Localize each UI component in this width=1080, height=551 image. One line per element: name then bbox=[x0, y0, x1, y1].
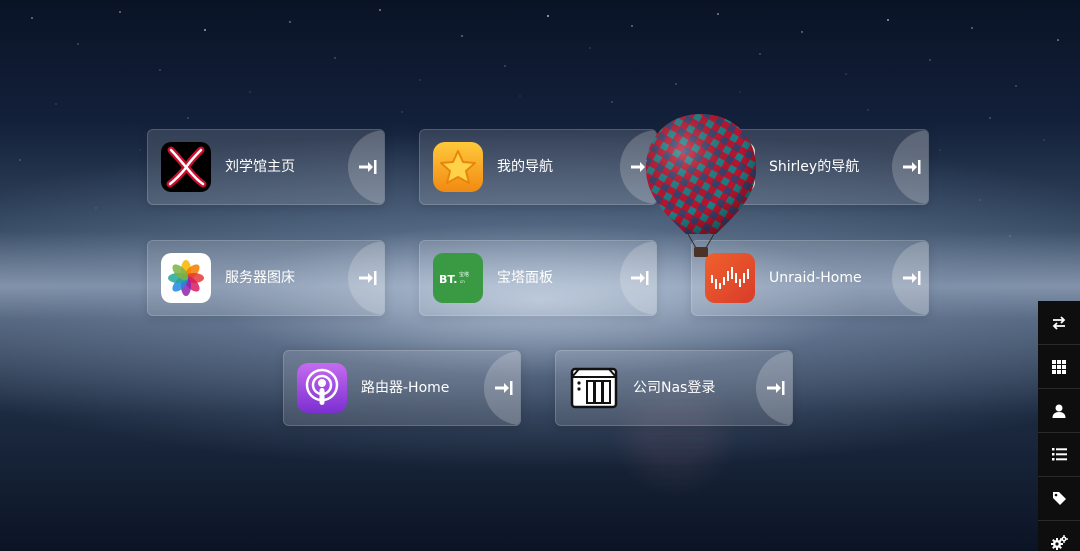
dashboard-background: 刘学馆主页 我的导航 Shirley的导航 服务器图床 BT. 宝塔 cn 宝塔… bbox=[0, 0, 1080, 551]
open-link-button[interactable] bbox=[484, 351, 520, 425]
bookmark-card-my-nav[interactable]: 我的导航 bbox=[419, 129, 657, 205]
bt-panel-icon: BT. 宝塔 cn bbox=[433, 253, 483, 303]
bookmark-card-liu-home[interactable]: 刘学馆主页 bbox=[147, 129, 385, 205]
star-icon bbox=[433, 142, 483, 192]
bookmark-label: 刘学馆主页 bbox=[225, 159, 295, 175]
bt-logo-subtext2: cn bbox=[460, 279, 465, 284]
apps-grid-button[interactable] bbox=[1038, 345, 1080, 389]
tags-button[interactable] bbox=[1038, 477, 1080, 521]
tag-icon bbox=[1052, 492, 1066, 505]
bt-logo-subtext: 宝塔 bbox=[459, 271, 469, 278]
bookmark-card-bt-panel[interactable]: BT. 宝塔 cn 宝塔面板 bbox=[419, 240, 657, 316]
settings-gears-icon bbox=[1050, 535, 1068, 550]
bookmark-card-company-nas[interactable]: 公司Nas登录 bbox=[555, 350, 793, 426]
x-logo-icon bbox=[161, 142, 211, 192]
user-button[interactable] bbox=[1038, 389, 1080, 433]
bookmark-label: Unraid-Home bbox=[769, 270, 862, 286]
bookmark-label: 我的导航 bbox=[497, 159, 553, 175]
open-link-button[interactable] bbox=[892, 241, 928, 315]
bookmark-label: 公司Nas登录 bbox=[633, 380, 716, 396]
settings-button[interactable] bbox=[1038, 521, 1080, 551]
open-link-button[interactable] bbox=[892, 130, 928, 204]
hot-air-balloon-image bbox=[645, 114, 757, 257]
sign-in-arrow-icon bbox=[359, 271, 377, 285]
switch-view-button[interactable] bbox=[1038, 301, 1080, 345]
open-link-button[interactable] bbox=[756, 351, 792, 425]
bookmark-label: Shirley的导航 bbox=[769, 159, 860, 175]
bookmark-card-image-host[interactable]: 服务器图床 bbox=[147, 240, 385, 316]
bookmark-label: 服务器图床 bbox=[225, 270, 295, 286]
swap-arrows-icon bbox=[1052, 315, 1066, 330]
list-icon bbox=[1051, 448, 1067, 461]
list-view-button[interactable] bbox=[1038, 433, 1080, 477]
sign-in-arrow-icon bbox=[359, 160, 377, 174]
bt-logo-text: BT. bbox=[439, 273, 457, 286]
sign-in-arrow-icon bbox=[495, 381, 513, 395]
sign-in-arrow-icon bbox=[903, 271, 921, 285]
user-icon bbox=[1052, 404, 1066, 418]
sign-in-arrow-icon bbox=[631, 271, 649, 285]
photos-flower-icon bbox=[161, 253, 211, 303]
open-link-button[interactable] bbox=[348, 130, 384, 204]
grid-icon bbox=[1052, 359, 1066, 374]
bookmark-label: 宝塔面板 bbox=[497, 270, 553, 286]
bookmark-label: 路由器-Home bbox=[361, 380, 450, 396]
nas-server-icon bbox=[570, 367, 618, 409]
open-link-button[interactable] bbox=[348, 241, 384, 315]
sign-in-arrow-icon bbox=[903, 160, 921, 174]
right-sidebar bbox=[1038, 301, 1080, 551]
podcasts-icon bbox=[297, 363, 347, 413]
bookmark-card-router-home[interactable]: 路由器-Home bbox=[283, 350, 521, 426]
sign-in-arrow-icon bbox=[767, 381, 785, 395]
